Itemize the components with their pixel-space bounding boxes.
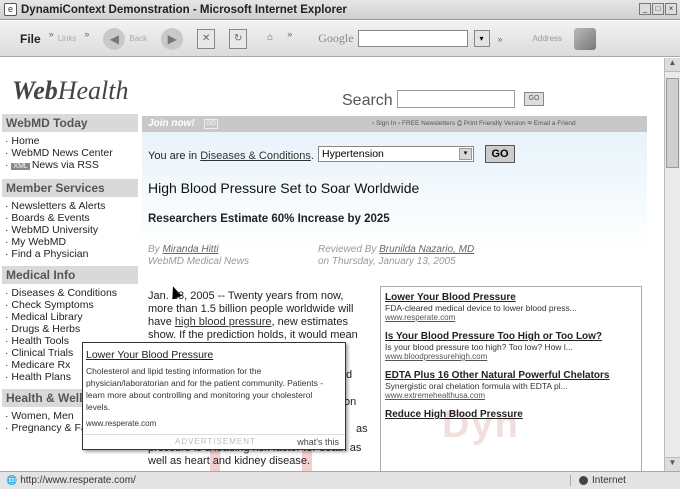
chevron-icon[interactable]: » [498,34,503,44]
sidebar-item-drugs[interactable]: · Drugs & Herbs [2,323,138,335]
google-toolbar-label[interactable]: Google [318,31,353,46]
windows-logo-icon [573,27,596,50]
sidebar-item-newsletters[interactable]: · Newsletters & Alerts [2,200,138,212]
reviewer-link[interactable]: Brunilda Nazario, MD [379,244,474,255]
context-ad-popup[interactable]: Lower Your Blood Pressure Cholesterol an… [82,342,346,450]
sidebar-item-diseases[interactable]: · Diseases & Conditions [2,287,138,299]
high-blood-pressure-link[interactable]: high blood pressure [175,316,272,328]
sidebar-item-news-center[interactable]: · WebMD News Center [2,147,138,159]
xml-badge: XML [11,163,30,170]
back-label[interactable]: Back [129,34,147,43]
file-menu[interactable]: File [20,32,41,46]
topic-go-button[interactable]: GO [485,145,515,163]
window-title: DynamiContext Demonstration - Microsoft … [21,3,347,16]
security-zone: Internet [570,475,680,486]
whats-this-link[interactable]: what's this [297,437,339,447]
article-headline: High Blood Pressure Set to Soar Worldwid… [148,180,420,196]
advertisement-label: ADVERTISEMENT [175,437,256,446]
chevron-icon[interactable]: » [84,29,89,39]
chevron-icon[interactable]: » [287,29,292,39]
member-topbar: Join now! GO › Sign In › FREE Newsletter… [142,116,647,132]
sidebar-item-university[interactable]: · WebMD University [2,224,138,236]
breadcrumb: You are in Diseases & Conditions. [148,150,314,162]
scroll-thumb[interactable] [666,78,679,168]
reviewer-byline: Reviewed By Brunilda Nazario, MD on Thur… [318,244,475,267]
window-controls: _ □ × [639,3,677,15]
site-search-input[interactable] [397,90,515,108]
join-now-link[interactable]: Join now! [148,118,195,129]
scroll-down-icon[interactable]: ▼ [665,457,680,471]
ad-item[interactable]: Is Your Blood Pressure Too High or Too L… [385,331,637,361]
ad-item[interactable]: Lower Your Blood Pressure FDA-cleared me… [385,292,637,322]
sidebar-item-find-physician[interactable]: · Find a Physician [2,248,138,260]
sidebar-item-library[interactable]: · Medical Library [2,311,138,323]
back-icon[interactable]: ◀ [103,27,126,50]
popup-footer: ADVERTISEMENT what's this [83,434,345,449]
popup-title-link[interactable]: Lower Your Blood Pressure [86,349,213,361]
popup-url[interactable]: www.resperate.com [86,419,156,428]
browser-toolbar: File » Links » ◀ Back ▶ ✕ ↻ ⌂ » Google ▾… [0,21,680,57]
window-titlebar: e DynamiContext Demonstration - Microsof… [0,0,680,20]
refresh-icon[interactable]: ↻ [229,28,248,49]
author-byline: By Miranda Hitti WebMD Medical News [148,244,249,267]
join-go-button[interactable]: GO [204,119,218,129]
popup-description: Cholesterol and lipid testing informatio… [86,366,324,412]
utility-links[interactable]: › Sign In › FREE Newsletters ⎙ Print Fri… [372,120,576,128]
breadcrumb-link[interactable]: Diseases & Conditions [200,150,311,162]
author-link[interactable]: Miranda Hitti [162,244,218,255]
minimize-button[interactable]: _ [639,3,651,15]
sidebar-item-symptoms[interactable]: · Check Symptoms [2,299,138,311]
links-label[interactable]: Links [58,34,77,43]
home-icon[interactable]: ⌂ [261,29,279,49]
google-search-input[interactable] [357,30,468,47]
sidebar-heading-member-services: Member Services [2,179,138,197]
ie-icon: e [4,3,17,16]
search-label: Search [342,92,393,109]
google-dropdown-button[interactable]: ▾ [473,30,490,47]
globe-icon [579,475,588,485]
sidebar-heading-webmd-today: WebMD Today [2,114,138,132]
close-button[interactable]: × [665,3,677,15]
chevron-icon[interactable]: » [49,29,54,39]
chevron-down-icon[interactable]: ▾ [459,148,472,160]
ad-item[interactable]: EDTA Plus 16 Other Natural Powerful Chel… [385,370,637,400]
article-subhead: Researchers Estimate 60% Increase by 202… [148,213,390,225]
sidebar-item-home[interactable]: · Home [2,135,138,147]
sidebar-item-boards[interactable]: · Boards & Events [2,212,138,224]
topic-select[interactable]: Hypertension ▾ [318,146,474,162]
sponsored-links: Lower Your Blood Pressure FDA-cleared me… [380,286,642,471]
stop-icon[interactable]: ✕ [197,28,216,49]
forward-icon[interactable]: ▶ [161,27,184,50]
sidebar-heading-medical-info: Medical Info [2,266,138,284]
sidebar-item-rss[interactable]: · XML News via RSS [2,159,138,173]
address-label: Address [532,34,562,43]
site-search-go-button[interactable]: GO [524,92,544,106]
ad-item[interactable]: Reduce High Blood Pressure [385,409,637,420]
logo-health: Health [57,76,129,105]
page-viewport: WebHealth Search GO WebMD Today · Home ·… [2,58,664,471]
sidebar-item-my-webmd[interactable]: · My WebMD [2,236,138,248]
maximize-button[interactable]: □ [652,3,664,15]
webhealth-logo[interactable]: WebHealth [12,76,129,106]
status-url: http://www.resperate.com/ [6,475,570,486]
scroll-up-icon[interactable]: ▲ [665,58,680,72]
logo-web: Web [12,76,58,105]
vertical-scrollbar[interactable]: ▲ ▼ [664,58,680,471]
status-bar: http://www.resperate.com/ Internet [0,471,680,489]
